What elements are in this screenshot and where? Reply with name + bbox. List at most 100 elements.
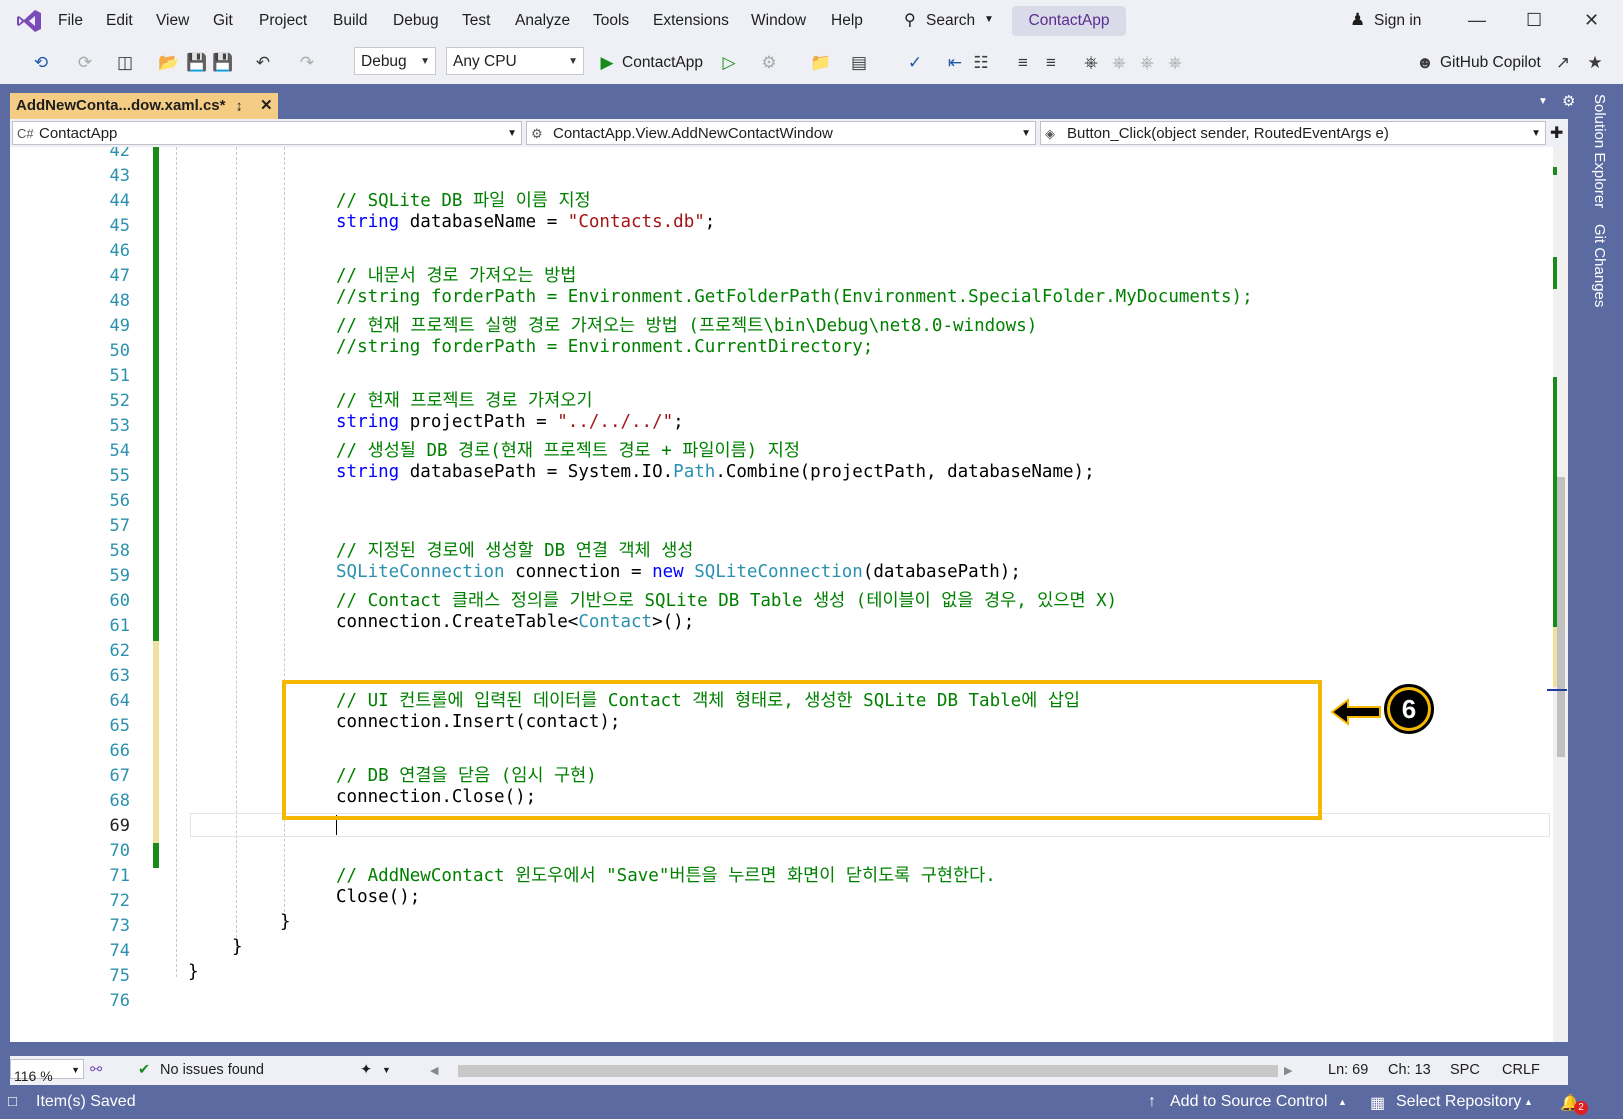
line-indicator[interactable]: Ln: 69: [1328, 1062, 1368, 1078]
search-button[interactable]: ⚲ Search ▼: [900, 8, 1000, 34]
tab-solution-explorer[interactable]: Solution Explorer: [1591, 94, 1608, 208]
open-folder-icon[interactable]: 📂: [158, 52, 180, 74]
browse-icon[interactable]: 📁: [810, 52, 832, 74]
redo-icon[interactable]: ↷: [296, 52, 318, 74]
menu-help[interactable]: Help: [831, 12, 863, 30]
start-debug-icon[interactable]: ▶: [596, 52, 618, 74]
health-icon[interactable]: ⚯: [90, 1062, 102, 1078]
configuration-select[interactable]: Debug ▼: [354, 47, 436, 75]
pin-icon[interactable]: ↨: [236, 93, 243, 119]
next-bookmark-icon[interactable]: ⎈: [1136, 52, 1158, 74]
column-indicator[interactable]: Ch: 13: [1388, 1062, 1431, 1078]
type-name: Path: [673, 462, 716, 482]
close-tab-icon[interactable]: ✕: [260, 93, 273, 119]
chevron-up-icon: ▲: [1524, 1097, 1533, 1107]
member-dropdown[interactable]: ◈ Button_Click(object sender, RoutedEven…: [1040, 121, 1546, 145]
share-icon[interactable]: ↗: [1552, 52, 1574, 74]
line-number: 55: [109, 466, 130, 486]
vertical-scrollbar[interactable]: [1547, 147, 1568, 1042]
maximize-icon[interactable]: ☐: [1526, 10, 1542, 31]
scroll-right-icon[interactable]: ▶: [1284, 1064, 1292, 1077]
line-number: 50: [109, 341, 130, 361]
bookmark-icon[interactable]: ⎈: [1080, 52, 1102, 74]
close-icon[interactable]: ✕: [1584, 10, 1599, 31]
line-number: 66: [109, 741, 130, 761]
settings-icon[interactable]: ⚙: [1562, 92, 1575, 110]
saved-icon: □: [8, 1093, 18, 1110]
menu-tools[interactable]: Tools: [593, 12, 629, 30]
callout-highlight-box: [282, 680, 1322, 820]
step-icon[interactable]: ⇤: [944, 52, 966, 74]
menu-analyze[interactable]: Analyze: [515, 12, 570, 30]
add-to-source-control-button[interactable]: Add to Source Control: [1170, 1093, 1327, 1111]
sign-in-link[interactable]: Sign in: [1374, 12, 1421, 30]
code-cleanup-icon[interactable]: ✦: [360, 1062, 372, 1078]
menu-build[interactable]: Build: [333, 12, 367, 30]
type-name: Contact: [578, 612, 653, 632]
menu-view[interactable]: View: [156, 12, 189, 30]
prev-bookmark-icon[interactable]: ⎈: [1108, 52, 1130, 74]
line-number: 44: [109, 191, 130, 211]
copilot-button[interactable]: GitHub Copilot: [1440, 54, 1541, 72]
status-bar: □ Item(s) Saved ↑ Add to Source Control …: [0, 1085, 1623, 1119]
forward-icon[interactable]: ⟳: [74, 52, 96, 74]
caret-position-marker: [1547, 689, 1567, 691]
copilot-icon[interactable]: ☻: [1414, 52, 1436, 74]
split-window-icon[interactable]: ✚: [1550, 123, 1563, 143]
chevron-down-icon[interactable]: ▼: [382, 1065, 391, 1075]
project-dropdown[interactable]: C# ContactApp ▼: [12, 121, 522, 145]
start-debug-button[interactable]: ContactApp: [622, 54, 703, 72]
back-icon[interactable]: ⟲: [30, 52, 52, 74]
hot-reload-icon[interactable]: ⚙: [758, 52, 780, 74]
menu-git[interactable]: Git: [213, 12, 233, 30]
line-number: 58: [109, 541, 130, 561]
comment-out-icon[interactable]: ≡: [1012, 52, 1034, 74]
keyword: string: [336, 212, 400, 232]
menu-edit[interactable]: Edit: [106, 12, 133, 30]
feedback-icon[interactable]: ★: [1584, 52, 1606, 74]
new-project-icon[interactable]: ◫: [114, 52, 136, 74]
issues-status[interactable]: No issues found: [160, 1062, 264, 1078]
chevron-down-icon: ▼: [420, 56, 430, 67]
vs-logo-icon[interactable]: [16, 8, 42, 34]
menu-project[interactable]: Project: [259, 12, 307, 30]
menu-file[interactable]: File: [58, 12, 83, 30]
code-editor[interactable]: 42 43 44 45 46 47 48 49 50 51 52 53 54 5…: [10, 147, 1568, 1042]
platform-select[interactable]: Any CPU ▼: [446, 47, 584, 75]
save-icon[interactable]: 💾: [186, 52, 208, 74]
menu-debug[interactable]: Debug: [393, 12, 439, 30]
tab-list-icon[interactable]: ▼: [1538, 96, 1548, 107]
diff-icon[interactable]: ☷: [970, 52, 992, 74]
clear-bookmarks-icon[interactable]: ⎈: [1164, 52, 1186, 74]
whitespace-indicator[interactable]: SPC: [1450, 1062, 1480, 1078]
tab-label: AddNewConta...dow.xaml.cs*: [16, 97, 226, 114]
line-number: 52: [109, 391, 130, 411]
menu-test[interactable]: Test: [462, 12, 490, 30]
spell-check-icon[interactable]: ✓: [904, 52, 926, 74]
string-literal: "../../../": [557, 412, 674, 432]
scroll-thumb[interactable]: [1557, 477, 1565, 757]
menu-extensions[interactable]: Extensions: [653, 12, 729, 30]
class-dropdown[interactable]: ⚙ ContactApp.View.AddNewContactWindow ▼: [526, 121, 1036, 145]
tab-git-changes[interactable]: Git Changes: [1591, 224, 1608, 307]
select-repository-button[interactable]: Select Repository: [1396, 1093, 1521, 1111]
uncomment-icon[interactable]: ≡: [1040, 52, 1062, 74]
line-number: 57: [109, 516, 130, 536]
horizontal-scrollbar[interactable]: [458, 1065, 1278, 1077]
undo-icon[interactable]: ↶: [252, 52, 274, 74]
layout-icon[interactable]: ▤: [848, 52, 870, 74]
code-line: string projectPath = "../../../";: [336, 412, 684, 432]
tab-addnewcontactwindow[interactable]: AddNewConta...dow.xaml.cs* ↨ ✕: [10, 93, 278, 119]
menu-window[interactable]: Window: [751, 12, 806, 30]
line-number-current: 69: [109, 816, 130, 836]
scroll-left-icon[interactable]: ◀: [430, 1064, 438, 1077]
zoom-select[interactable]: 116 % ▼: [10, 1059, 84, 1084]
minimize-icon[interactable]: —: [1468, 10, 1486, 31]
start-without-debug-icon[interactable]: ▷: [718, 52, 740, 74]
keyword: string: [336, 462, 400, 482]
line-ending-indicator[interactable]: CRLF: [1502, 1062, 1540, 1078]
chevron-down-icon: ▼: [1531, 128, 1541, 139]
solution-name-badge[interactable]: ContactApp: [1012, 6, 1126, 36]
save-all-icon[interactable]: 💾: [212, 52, 234, 74]
